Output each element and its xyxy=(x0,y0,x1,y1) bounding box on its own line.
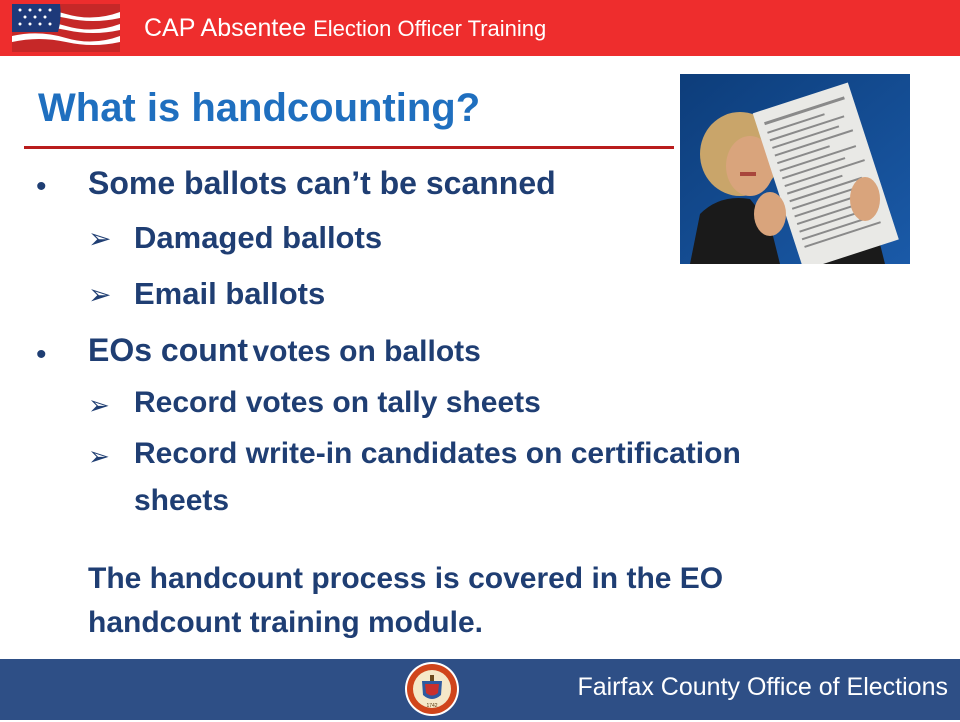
bullet-2-text: EOs count votes on ballots xyxy=(88,332,481,369)
subitem-tally-sheets: Record votes on tally sheets xyxy=(134,386,541,419)
subbullet-arrow-icon: ➢ xyxy=(88,223,112,254)
bullet-2-bold: EOs count xyxy=(88,332,249,368)
subbullet-arrow-icon: ➢ xyxy=(88,279,112,310)
note-line-2: handcount training module. xyxy=(88,606,483,639)
header-title: CAP Absentee Election Officer Training xyxy=(144,14,546,43)
header-title-suffix: Election Officer Training xyxy=(313,16,547,41)
subitem-write-in-line2: sheets xyxy=(134,484,230,517)
seal-year: 1742 xyxy=(426,703,437,709)
county-seal-icon: 1742 xyxy=(404,661,460,717)
subbullet-arrow-icon: ➢ xyxy=(88,390,110,420)
subitem-damaged-ballots: Damaged ballots xyxy=(134,220,383,255)
ballot-photo xyxy=(680,74,910,264)
note-line-1: The handcount process is covered in the … xyxy=(88,562,724,595)
bullet-1-text: Some ballots can’t be scanned xyxy=(88,165,556,201)
bullet-2-marker: • xyxy=(36,338,47,371)
header-title-prefix: CAP Absentee xyxy=(144,14,307,42)
subbullet-arrow-icon: ➢ xyxy=(88,441,110,471)
page-title: What is handcounting? xyxy=(38,86,481,130)
bullet-1-marker: • xyxy=(36,170,47,203)
title-divider xyxy=(24,146,674,149)
bullet-2-rest: votes on ballots xyxy=(252,335,481,368)
footer-org-name: Fairfax County Office of Elections xyxy=(577,673,948,701)
subitem-write-in-line1: Record write-in candidates on certificat… xyxy=(134,437,741,470)
us-flag-icon xyxy=(12,4,120,52)
subitem-email-ballots: Email ballots xyxy=(134,276,326,311)
header-bar: CAP Absentee Election Officer Training xyxy=(0,0,960,56)
